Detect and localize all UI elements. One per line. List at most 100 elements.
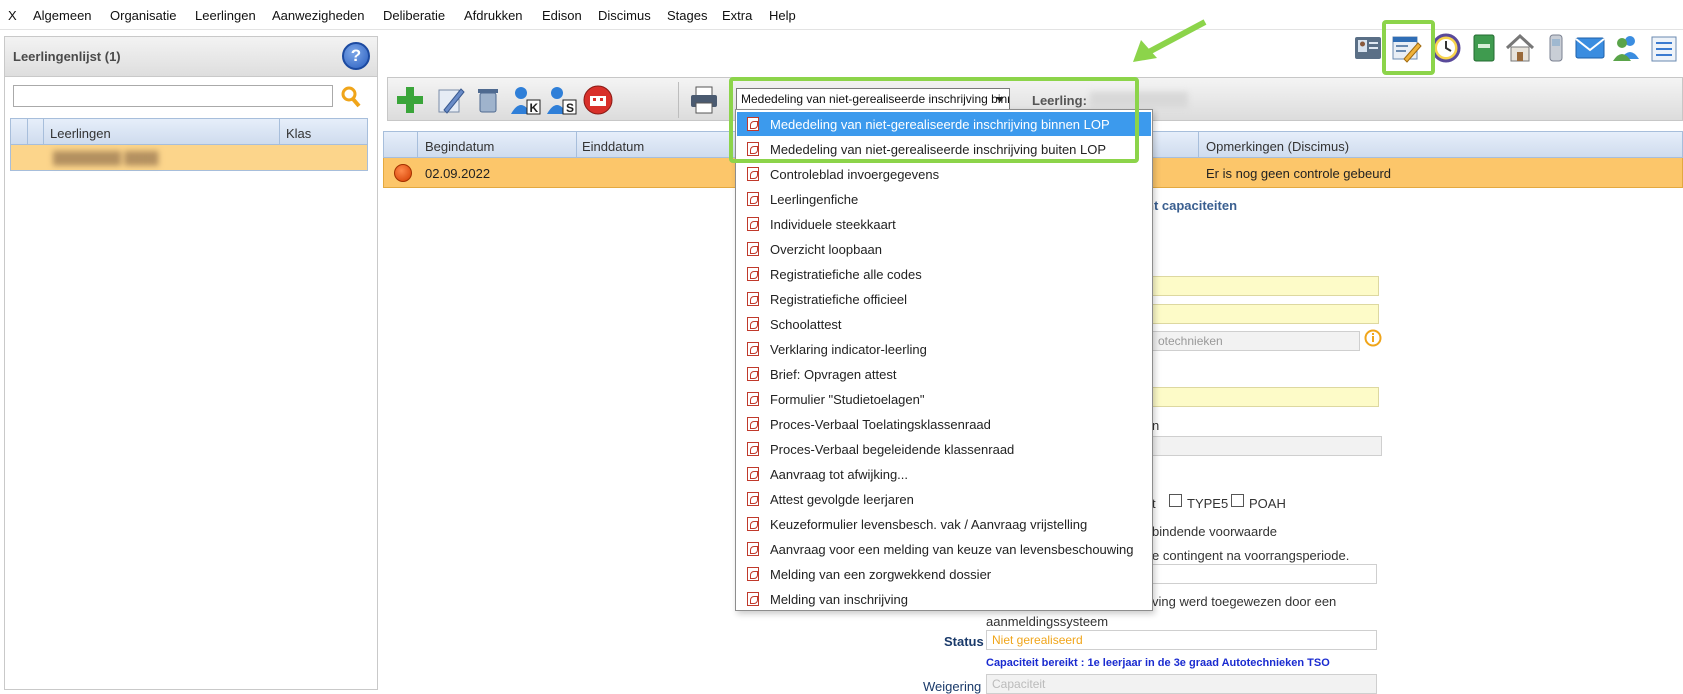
student-search-input[interactable] <box>13 85 333 107</box>
highlight-report-options <box>729 77 1139 163</box>
form-field-3[interactable] <box>1152 387 1379 407</box>
column-leerlingen[interactable]: Leerlingen <box>50 126 111 141</box>
dropdown-item[interactable]: Verklaring indicator-leerling <box>737 337 1151 361</box>
dropdown-item-label: Brief: Opvragen attest <box>770 367 897 382</box>
pdf-icon <box>747 242 759 256</box>
weigering-select-value: Capaciteit <box>992 677 1046 691</box>
weigering-label: Weigering <box>923 679 982 694</box>
school-icon[interactable] <box>582 84 614 116</box>
notebook-icon[interactable] <box>1468 31 1500 65</box>
row-opmerking: Er is nog geen controle gebeurd <box>1206 166 1392 181</box>
report-dropdown-list: Mededeling van niet-gerealiseerde inschr… <box>735 109 1153 611</box>
dropdown-item[interactable]: Formulier "Studietoelagen" <box>737 387 1151 411</box>
table-row[interactable]: ████████ ████ <box>11 145 367 170</box>
dropdown-item-label: Registratiefiche alle codes <box>770 267 922 282</box>
pdf-icon <box>747 442 759 456</box>
print-icon[interactable] <box>688 84 720 116</box>
status-select[interactable]: Niet gerealiseerd <box>986 630 1377 650</box>
add-icon[interactable] <box>394 84 426 116</box>
menu-close[interactable]: X <box>8 8 17 23</box>
column-klas[interactable]: Klas <box>286 126 311 141</box>
pdf-icon <box>747 592 759 606</box>
form-field-1[interactable] <box>1152 276 1379 296</box>
search-icon[interactable] <box>341 86 361 108</box>
edit-icon[interactable] <box>434 84 466 116</box>
dropdown-item-label: Verklaring indicator-leerling <box>770 342 927 357</box>
svg-text:S: S <box>566 101 574 115</box>
phone-icon[interactable] <box>1540 31 1572 65</box>
checkbox-poah[interactable] <box>1231 494 1244 507</box>
pdf-icon <box>747 267 759 281</box>
pdf-icon <box>747 167 759 181</box>
pdf-icon <box>747 292 759 306</box>
form-field-4[interactable] <box>1152 436 1382 456</box>
highlight-edit-form <box>1382 20 1435 75</box>
dropdown-item[interactable]: Proces-Verbaal Toelatingsklassenraad <box>737 412 1151 436</box>
checkbox-type5[interactable] <box>1169 494 1182 507</box>
info-icon[interactable] <box>1364 329 1382 347</box>
id-card-icon[interactable] <box>1352 31 1384 65</box>
dropdown-item[interactable]: Brief: Opvragen attest <box>737 362 1151 386</box>
student-list-header: Leerlingenlijst (1) ? <box>5 37 377 77</box>
form-text-bindend: bindende voorwaarde <box>1152 524 1278 539</box>
dropdown-item[interactable]: Aanvraag tot afwijking... <box>737 462 1151 486</box>
menu-discimus[interactable]: Discimus <box>598 8 651 23</box>
user-k-icon[interactable]: K <box>510 84 542 116</box>
users-icon[interactable] <box>1610 31 1642 65</box>
dropdown-item[interactable]: Attest gevolgde leerjaren <box>737 487 1151 511</box>
menu-extra[interactable]: Extra <box>722 8 752 23</box>
dropdown-item[interactable]: Keuzeformulier levensbesch. vak / Aanvra… <box>737 512 1151 536</box>
form-select-1[interactable] <box>1152 564 1377 584</box>
student-list-panel: Leerlingenlijst (1) ? Leerlingen Klas ██… <box>4 36 378 690</box>
toolbar-separator <box>678 82 679 118</box>
pdf-icon <box>747 417 759 431</box>
dropdown-item[interactable]: Controleblad invoergegevens <box>737 162 1151 186</box>
column-einddatum[interactable]: Einddatum <box>582 139 644 154</box>
dropdown-item-label: Individuele steekkaart <box>770 217 896 232</box>
menu-aanwezigheden[interactable]: Aanwezigheden <box>272 8 365 23</box>
form-heading: ht capaciteiten <box>1146 198 1238 213</box>
menu-stages[interactable]: Stages <box>667 8 707 23</box>
dropdown-item-label: Aanvraag voor een melding van keuze van … <box>770 542 1134 557</box>
svg-text:K: K <box>530 101 539 115</box>
form-field-2[interactable] <box>1152 304 1379 324</box>
dropdown-item[interactable]: Registratiefiche officieel <box>737 287 1151 311</box>
home-icon[interactable] <box>1504 31 1536 65</box>
student-table-header: Leerlingen Klas <box>11 119 367 145</box>
menu-deliberatie[interactable]: Deliberatie <box>383 8 445 23</box>
menu-help[interactable]: Help <box>769 8 796 23</box>
column-opmerkingen[interactable]: Opmerkingen (Discimus) <box>1206 139 1349 154</box>
pdf-icon <box>747 517 759 531</box>
form-field-opleiding[interactable]: otechnieken <box>1152 331 1360 351</box>
help-icon[interactable]: ? <box>342 42 370 70</box>
dropdown-item[interactable]: Proces-Verbaal begeleidende klassenraad <box>737 437 1151 461</box>
dropdown-item[interactable]: Melding van inschrijving <box>737 587 1151 611</box>
dropdown-item[interactable]: Leerlingenfiche <box>737 187 1151 211</box>
list-icon[interactable] <box>1648 31 1680 65</box>
dropdown-item-label: Melding van een zorgwekkend dossier <box>770 567 992 582</box>
pdf-icon <box>747 467 759 481</box>
dropdown-item[interactable]: Overzicht loopbaan <box>737 237 1151 261</box>
dropdown-item-label: Melding van inschrijving <box>770 592 909 607</box>
dropdown-item-label: Leerlingenfiche <box>770 192 859 207</box>
pdf-icon <box>747 392 759 406</box>
checkbox-type5-label: TYPE5 <box>1187 496 1229 511</box>
menu-organisatie[interactable]: Organisatie <box>110 8 176 23</box>
dropdown-item[interactable]: Aanvraag voor een melding van keuze van … <box>737 537 1151 561</box>
user-s-icon[interactable]: S <box>546 84 578 116</box>
dropdown-item[interactable]: Registratiefiche alle codes <box>737 262 1151 286</box>
column-begindatum[interactable]: Begindatum <box>425 139 494 154</box>
pdf-icon <box>747 567 759 581</box>
weigering-select[interactable]: Capaciteit <box>986 674 1377 694</box>
menu-afdrukken[interactable]: Afdrukken <box>464 8 523 23</box>
delete-icon[interactable] <box>472 84 504 116</box>
dropdown-item[interactable]: Individuele steekkaart <box>737 212 1151 236</box>
dropdown-item[interactable]: Melding van een zorgwekkend dossier <box>737 562 1151 586</box>
redacted-student-name: ████████ ████ <box>53 151 159 165</box>
status-dot-icon <box>394 164 412 182</box>
dropdown-item[interactable]: Schoolattest <box>737 312 1151 336</box>
menu-algemeen[interactable]: Algemeen <box>33 8 92 23</box>
menu-leerlingen[interactable]: Leerlingen <box>195 8 256 23</box>
menu-edison[interactable]: Edison <box>542 8 582 23</box>
mail-icon[interactable] <box>1574 31 1606 65</box>
